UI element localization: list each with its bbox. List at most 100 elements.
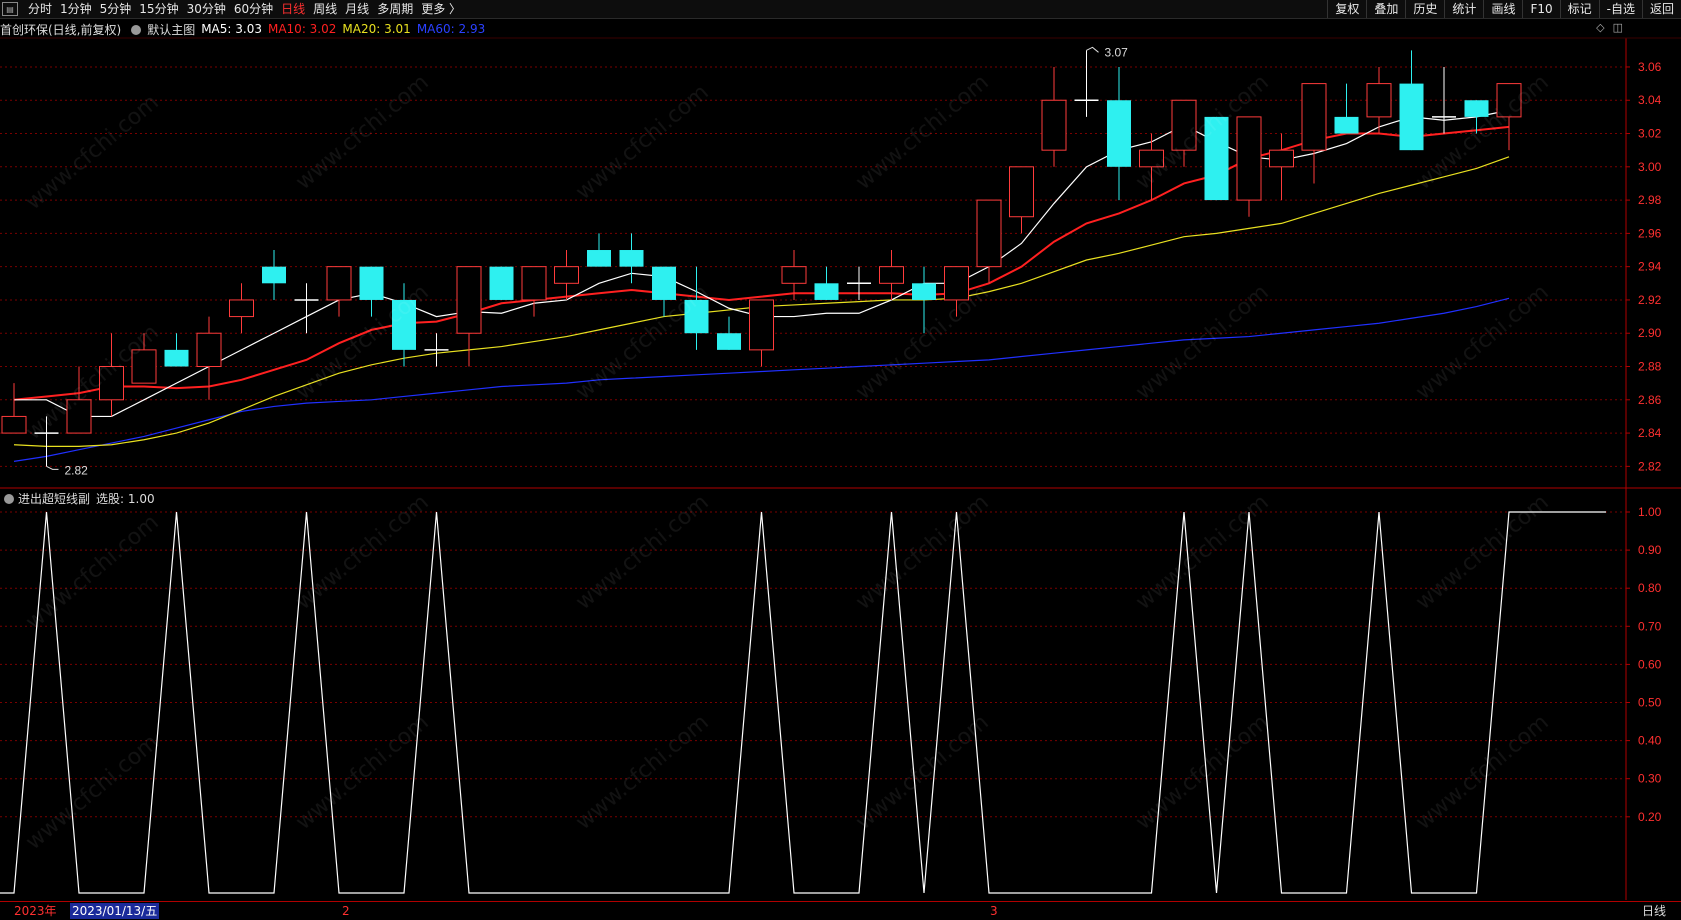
sub-axis-label: 0.90 bbox=[1638, 543, 1662, 557]
period-tab-1[interactable]: 1分钟 bbox=[56, 0, 96, 18]
tool-menu-item-2[interactable]: 历史 bbox=[1405, 0, 1444, 18]
high-marker bbox=[1086, 46, 1099, 53]
candle-body bbox=[1301, 83, 1327, 151]
sub-chart-info: 进出超短线副 选股: 1.00 bbox=[0, 489, 155, 507]
candle-body bbox=[944, 266, 969, 301]
month-2-label: 2 bbox=[342, 904, 350, 918]
price-axis-label: 2.86 bbox=[1638, 393, 1662, 407]
period-tabs: ▤ 分时 1分钟 5分钟 15分钟 30分钟 60分钟 日线 周线 月线 多周期 更多 〉 bbox=[0, 0, 465, 18]
price-axis-label: 2.90 bbox=[1638, 326, 1662, 340]
diamond-icon[interactable]: ◇ bbox=[1596, 21, 1604, 34]
chart-corner-icons: ◇ ◫ bbox=[1596, 21, 1623, 34]
candle-body bbox=[1269, 149, 1294, 168]
menu-icon[interactable]: ▤ bbox=[2, 2, 18, 16]
price-axis-label: 2.94 bbox=[1638, 260, 1662, 274]
candle-body bbox=[262, 266, 286, 284]
tool-menu-item-8[interactable]: 返回 bbox=[1641, 0, 1681, 18]
candle-body bbox=[99, 366, 124, 401]
candle-body bbox=[326, 266, 352, 301]
candle-body bbox=[1464, 100, 1489, 117]
ma20-value: MA20: 3.01 bbox=[342, 22, 411, 36]
candle-body bbox=[359, 266, 384, 300]
candle-body bbox=[164, 349, 189, 367]
candle-body bbox=[392, 299, 416, 350]
price-axis-label: 2.96 bbox=[1638, 226, 1662, 240]
top-toolbar: ▤ 分时 1分钟 5分钟 15分钟 30分钟 60分钟 日线 周线 月线 多周期 更多 〉 复权 叠加… bbox=[0, 0, 1681, 19]
candle-body bbox=[521, 266, 547, 301]
tool-menu-item-5[interactable]: F10 bbox=[1522, 0, 1559, 18]
price-axis-label: 2.84 bbox=[1638, 426, 1662, 440]
period-tab-2[interactable]: 5分钟 bbox=[96, 0, 136, 18]
price-axis-label: 3.00 bbox=[1638, 160, 1662, 174]
sub-axis-label: 1.00 bbox=[1638, 505, 1662, 519]
tool-menu-item-0[interactable]: 复权 bbox=[1327, 0, 1366, 18]
period-tab-6[interactable]: 日线 bbox=[277, 0, 309, 18]
candle-body bbox=[1399, 83, 1424, 151]
price-axis-label: 2.98 bbox=[1638, 193, 1662, 207]
period-tab-9[interactable]: 多周期 bbox=[373, 0, 417, 18]
indicator-name[interactable]: 进出超短线副 bbox=[18, 490, 90, 507]
period-tab-7[interactable]: 周线 bbox=[309, 0, 341, 18]
sub-axis-label: 0.80 bbox=[1638, 581, 1662, 595]
period-tab-8[interactable]: 月线 bbox=[341, 0, 373, 18]
stock-title: 首创环保(日线,前复权) bbox=[0, 22, 122, 37]
price-axis-label: 2.88 bbox=[1638, 360, 1662, 374]
candle-body bbox=[1041, 99, 1067, 151]
price-axis-label: 3.04 bbox=[1638, 93, 1662, 107]
candle-body bbox=[196, 332, 222, 368]
period-tab-4[interactable]: 30分钟 bbox=[183, 0, 230, 18]
period-tab-10[interactable]: 更多 〉 bbox=[417, 0, 465, 18]
candle-body bbox=[66, 399, 92, 434]
sub-axis-label: 0.70 bbox=[1638, 619, 1662, 633]
candle-body bbox=[1107, 100, 1131, 167]
candle-body bbox=[554, 266, 579, 284]
candle-body bbox=[1366, 83, 1392, 118]
candle-body bbox=[684, 299, 709, 334]
candle-body bbox=[879, 266, 904, 284]
sub-axis-label: 0.20 bbox=[1638, 810, 1662, 824]
year-label: 2023年 bbox=[14, 904, 57, 918]
candle-body bbox=[131, 349, 157, 384]
ma60-value: MA60: 2.93 bbox=[416, 22, 486, 36]
candle-body bbox=[1009, 166, 1034, 218]
price-axis-label: 2.92 bbox=[1638, 293, 1662, 307]
period-tab-5[interactable]: 60分钟 bbox=[230, 0, 277, 18]
indicator-value: 选股: 1.00 bbox=[96, 491, 155, 506]
candle-body bbox=[229, 299, 254, 318]
candle-body bbox=[1236, 116, 1262, 201]
candle-body bbox=[717, 333, 741, 350]
template-name[interactable]: 默认主图 bbox=[147, 21, 195, 38]
chart-area[interactable]: 3.06 3.04 3.02 3.00 2.98 2.96 2.94 2.92 2.90 2.88… bbox=[0, 0, 1681, 919]
candle-body bbox=[1204, 116, 1229, 201]
tool-menu-item-6[interactable]: 标记 bbox=[1559, 0, 1599, 18]
high-price-label: 3.07 bbox=[1105, 45, 1129, 59]
period-tab-3[interactable]: 15分钟 bbox=[135, 0, 182, 18]
price-axis-label: 2.82 bbox=[1638, 459, 1662, 473]
month-3-label: 3 bbox=[990, 904, 998, 918]
tool-menu-item-1[interactable]: 叠加 bbox=[1366, 0, 1405, 18]
sub-axis-label: 0.50 bbox=[1638, 696, 1662, 710]
time-axis: 2023年 2023/01/13/五 2 3 日线 bbox=[0, 901, 1681, 920]
sub-axis-label: 0.30 bbox=[1638, 772, 1662, 786]
candle-body bbox=[912, 283, 936, 300]
sub-axis-label: 0.40 bbox=[1638, 734, 1662, 748]
candle-body bbox=[1334, 116, 1359, 134]
price-axis-label: 3.02 bbox=[1638, 127, 1662, 141]
tool-menu-item-7[interactable]: -自选 bbox=[1598, 0, 1642, 18]
template-toggle-icon[interactable] bbox=[131, 25, 142, 35]
candle-body bbox=[1496, 83, 1522, 118]
period-tab-0[interactable]: 分时 bbox=[24, 0, 56, 18]
cursor-date: 2023/01/13/五 bbox=[70, 903, 160, 919]
candle-body bbox=[489, 266, 514, 300]
tool-menu-item-4[interactable]: 画线 bbox=[1483, 0, 1522, 18]
candle-body bbox=[1171, 99, 1197, 151]
tool-menu-item-3[interactable]: 统计 bbox=[1444, 0, 1483, 18]
expand-icon[interactable]: ◫ bbox=[1613, 21, 1623, 34]
candle-body bbox=[1, 415, 27, 434]
candle-body bbox=[456, 266, 482, 334]
candle-body bbox=[1139, 149, 1164, 168]
main-chart-info: 首创环保(日线,前复权) 默认主图 MA5: 3.03 MA10: 3.02 M… bbox=[0, 20, 491, 38]
indicator-toggle-icon[interactable] bbox=[4, 494, 14, 504]
candle-body bbox=[749, 299, 774, 351]
ma5-value: MA5: 3.03 bbox=[201, 22, 262, 36]
